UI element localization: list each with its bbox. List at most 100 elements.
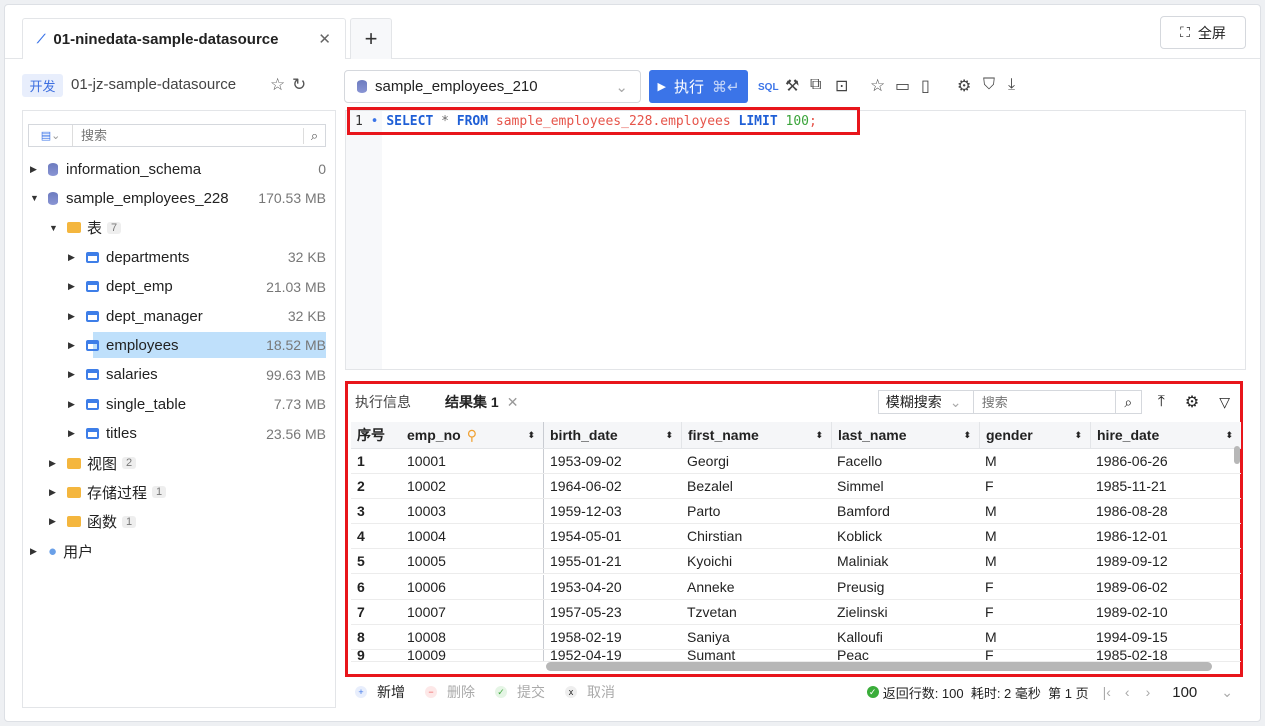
tab-exec-info[interactable]: 执行信息 [355, 392, 411, 412]
sort-icon[interactable]: ⬍ [963, 430, 971, 441]
chart-icon[interactable]: ⊡ [835, 76, 848, 96]
caret-right-icon[interactable]: ▶ [68, 369, 78, 380]
tree-item[interactable]: ▶ information_schema 0 [30, 156, 326, 182]
sort-icon[interactable]: ⬍ [815, 430, 823, 441]
caret-right-icon[interactable]: ▶ [68, 340, 78, 351]
tree-item[interactable]: ▶ employees 18.52 MB [30, 332, 326, 358]
tree-item[interactable]: ▶ titles 23.56 MB [30, 421, 326, 447]
sql-line-1[interactable]: 1 • SELECT * FROM sample_employees_228.e… [347, 107, 860, 135]
caret-right-icon[interactable]: ▶ [49, 487, 59, 498]
column-header[interactable]: last_name ⬍ [831, 422, 979, 448]
next-page-icon[interactable]: › [1146, 684, 1151, 700]
caret-right-icon[interactable]: ▶ [68, 311, 78, 322]
export-icon[interactable]: ⤒ [1158, 393, 1165, 411]
column-header[interactable]: gender ⬍ [979, 422, 1090, 448]
cancel-button[interactable]: 取消 [587, 682, 615, 702]
search-mode-select[interactable]: 模糊搜索 ⌄ [877, 390, 974, 414]
close-icon[interactable]: ✕ [318, 30, 331, 48]
sort-icon[interactable]: ⬍ [665, 430, 673, 441]
column-header[interactable]: first_name ⬍ [681, 422, 831, 448]
page-size-select[interactable]: 100 [1172, 684, 1197, 701]
sort-icon[interactable]: ⬍ [1074, 430, 1082, 441]
filter-dropdown[interactable]: ▤ ⌄ [29, 125, 73, 146]
delete-row-button[interactable]: 删除 [447, 682, 475, 702]
caret-right-icon[interactable]: ▶ [68, 281, 78, 292]
sql-format-icon[interactable]: SQL [758, 82, 779, 93]
shield-icon[interactable]: ⛉ [983, 76, 995, 94]
fullscreen-button[interactable]: ⛶ 全屏 [1160, 16, 1246, 49]
caret-right-icon[interactable]: ▶ [68, 399, 78, 410]
table-row[interactable]: 6 10006 1953-04-20 Anneke Preusig F 1989-06-02 [351, 574, 1241, 600]
run-button[interactable]: ▶ 执行 ⌘↵ [649, 70, 748, 103]
caret-right-icon[interactable]: ▶ [49, 458, 59, 469]
tree-item[interactable]: ▼ sample_employees_228 170.53 MB [30, 185, 326, 211]
tab-datasource[interactable]: ⟋ 01-ninedata-sample-datasource ✕ [22, 18, 346, 59]
column-header[interactable]: birth_date ⬍ [543, 422, 681, 448]
table-row[interactable]: 7 10007 1957-05-23 Tzvetan Zielinski F 1989-02… [351, 599, 1241, 625]
prev-page-icon[interactable]: ‹ [1125, 684, 1130, 700]
tree-item[interactable]: ▶ 函数 1 [30, 509, 326, 535]
tree-item[interactable]: ▶ 视图 2 [30, 450, 326, 476]
commit-button[interactable]: 提交 [517, 682, 545, 702]
result-search-input[interactable] [973, 390, 1116, 414]
tree-search[interactable]: ▤ ⌄ ⌕ [28, 124, 326, 147]
table-row[interactable]: 4 10004 1954-05-01 Chirstian Koblick M 1986-12… [351, 524, 1241, 550]
collapse-icon[interactable]: ▽ [1219, 394, 1230, 411]
folder-icon [67, 516, 81, 528]
run-shortcut: ⌘↵ [711, 78, 740, 96]
caret-right-icon[interactable]: ▶ [30, 164, 40, 175]
refresh-icon[interactable]: ↻ [292, 75, 306, 95]
tree-item[interactable]: ▼ 表 7 [30, 215, 326, 241]
table-header: 序号 emp_no ⚲ ⬍ birth_date ⬍ first_name ⬍ last_nam… [351, 422, 1241, 449]
tab-result-set[interactable]: 结果集 1 [445, 392, 499, 412]
table-row[interactable]: 3 10003 1959-12-03 Parto Bamford M 1986-08-28 [351, 499, 1241, 525]
sql-token: SELECT [386, 113, 434, 129]
download-icon[interactable]: ⤓ [1008, 76, 1015, 94]
caret-right-icon[interactable]: ▶ [30, 546, 40, 557]
table-row[interactable]: 9 10009 1952-04-19 Sumant Peac F 1985-02-18 [351, 649, 1241, 662]
column-header[interactable]: 序号 [351, 422, 401, 448]
chevron-down-icon[interactable]: ⌄ [1221, 684, 1233, 701]
caret-right-icon[interactable]: ▶ [49, 516, 59, 527]
paint-roller-icon[interactable]: ⚒ [785, 76, 799, 96]
close-icon[interactable]: ✕ [507, 394, 519, 411]
table-row[interactable]: 1 10001 1953-09-02 Georgi Facello M 1986-06-26 [351, 449, 1241, 474]
tree-search-input[interactable] [73, 128, 303, 143]
table-row[interactable]: 8 10008 1958-02-19 Saniya Kalloufi M 1994-09-1… [351, 624, 1241, 650]
tree-item[interactable]: ▶ dept_emp 21.03 MB [30, 274, 326, 300]
gutter [346, 111, 382, 369]
sort-icon[interactable]: ⬍ [1225, 430, 1233, 441]
tree-item[interactable]: ▶ salaries 99.63 MB [30, 362, 326, 388]
caret-down-icon[interactable]: ▼ [30, 193, 40, 203]
caret-right-icon[interactable]: ▶ [68, 428, 78, 439]
folder-icon[interactable]: ▭ [895, 76, 910, 96]
caret-down-icon[interactable]: ▼ [49, 223, 59, 233]
sql-editor[interactable] [345, 110, 1246, 370]
horizontal-scrollbar[interactable] [546, 662, 1212, 671]
tree-item[interactable]: ▶ departments 32 KB [30, 244, 326, 270]
caret-right-icon[interactable]: ▶ [68, 252, 78, 263]
search-icon[interactable]: ⌕ [303, 127, 325, 144]
settings-icon[interactable]: ⚙ [957, 76, 971, 96]
column-header[interactable]: hire_date ⬍ [1090, 422, 1241, 448]
add-row-button[interactable]: 新增 [377, 682, 405, 702]
table-row[interactable]: 5 10005 1955-01-21 Kyoichi Maliniak M 1989-09-… [351, 549, 1241, 575]
sort-icon[interactable]: ⬍ [527, 430, 535, 441]
tab-label: 01-ninedata-sample-datasource [53, 30, 279, 48]
tree-item[interactable]: ▶ 存储过程 1 [30, 479, 326, 505]
add-tab-button[interactable]: + [350, 18, 392, 59]
search-icon[interactable]: ⌕ [1115, 390, 1142, 414]
plan-icon[interactable]: ⧉ [810, 76, 821, 94]
database-select[interactable]: sample_employees_210 ⌄ [344, 70, 641, 103]
table-row[interactable]: 2 10002 1964-06-02 Bezalel Simmel F 1985-11-21 [351, 474, 1241, 500]
tree-item[interactable]: ▶ dept_manager 32 KB [30, 303, 326, 329]
favorite-icon[interactable]: ☆ [870, 76, 885, 96]
first-page-icon[interactable]: |‹ [1103, 684, 1111, 700]
settings-icon[interactable]: ⚙ [1185, 392, 1199, 412]
column-header[interactable]: emp_no ⚲ ⬍ [401, 422, 543, 448]
star-icon[interactable]: ☆ [270, 75, 285, 95]
tree-item[interactable]: ▶ ● 用户 [30, 538, 326, 564]
vertical-scrollbar[interactable] [1234, 446, 1240, 464]
tree-item[interactable]: ▶ single_table 7.73 MB [30, 391, 326, 417]
history-icon[interactable]: ▯ [921, 76, 930, 96]
